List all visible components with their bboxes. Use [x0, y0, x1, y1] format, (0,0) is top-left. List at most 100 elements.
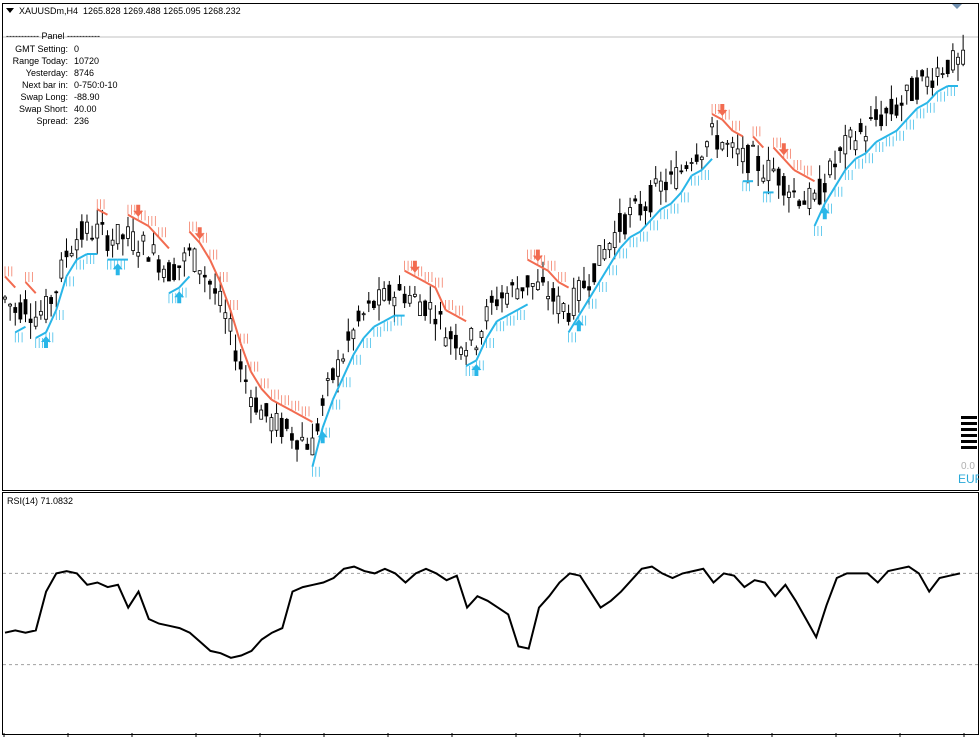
candle-body [54, 291, 59, 294]
candle-body [213, 288, 217, 294]
trend-line-segment [4, 275, 16, 289]
candle-body [167, 262, 171, 282]
trend-line-segment [178, 275, 191, 289]
trend-line-segment [455, 314, 467, 323]
candle-body [8, 303, 13, 307]
candle-body [858, 123, 863, 133]
candle-body [110, 239, 115, 246]
candle-body [136, 252, 141, 257]
trend-line-segment [465, 359, 477, 367]
candle-body [38, 310, 43, 316]
candle-body [735, 148, 740, 155]
trend-line-segment [301, 415, 313, 423]
panel-value: 40.00 [74, 104, 97, 114]
trend-line-segment [404, 269, 416, 278]
candle-body [228, 318, 233, 332]
candle-body [172, 264, 176, 280]
trend-line-segment [485, 320, 498, 339]
candle-body [151, 244, 156, 254]
candle-body [187, 247, 192, 251]
trend-line-segment [506, 309, 518, 317]
panel-value: 10720 [74, 56, 100, 66]
trend-line-segment [906, 107, 918, 121]
trend-line-segment [721, 118, 734, 132]
candle-body [715, 135, 720, 150]
candle-body [602, 248, 607, 260]
trend-line-segment [885, 129, 897, 138]
candle-body [238, 361, 243, 370]
trend-line-segment [916, 101, 928, 110]
trend-line-segment [14, 325, 26, 334]
candle-body [377, 289, 381, 306]
candle-body [407, 294, 412, 304]
chart-window[interactable]: XAUUSDm,H4 1265.828 1269.488 1265.095 12… [0, 0, 979, 737]
candle-body [177, 265, 182, 268]
candle-body [546, 295, 551, 300]
candle-body [428, 302, 433, 310]
candle-body [771, 168, 776, 172]
candle-body [90, 237, 95, 240]
candle-body [592, 263, 597, 283]
candle-body [336, 359, 340, 377]
candle-body [192, 248, 197, 272]
trend-line-segment [260, 387, 273, 401]
candle-body [372, 300, 376, 309]
candle-body [346, 331, 351, 341]
trend-line-segment [660, 202, 672, 211]
panel-value: 0 [74, 44, 80, 54]
candle-body [105, 235, 110, 251]
trend-line-segment [198, 242, 211, 261]
trend-line-segment [76, 253, 88, 261]
candle-body [131, 231, 135, 251]
candle-body [33, 316, 38, 327]
candle-body [469, 327, 474, 341]
candle-body [64, 250, 69, 258]
candle-body [23, 299, 28, 315]
candle-body [582, 280, 586, 289]
candle-body [459, 347, 463, 355]
chart-shift-marker-icon[interactable] [952, 4, 962, 9]
candle-body [341, 358, 346, 362]
candle-body [382, 288, 387, 301]
panel-label: GMT Setting: [15, 44, 68, 54]
panel-label: Yesterday: [25, 68, 68, 78]
candle-body [746, 144, 750, 174]
candle-body [679, 170, 684, 173]
trend-line-segment [670, 191, 683, 205]
bars-icon [961, 416, 977, 452]
candle-body [638, 203, 643, 216]
ohlc-values: 1265.828 1269.488 1265.095 1268.232 [83, 6, 241, 16]
candle-body [79, 221, 84, 240]
candle-body [761, 177, 766, 182]
candle-body [535, 281, 540, 290]
candle-body [418, 301, 422, 316]
panel-value: 0-750:0-10 [74, 80, 118, 90]
trend-line-segment [414, 275, 426, 283]
widget-currency: EUR [958, 472, 979, 486]
candle-body [617, 213, 622, 232]
trend-line-segment [691, 169, 703, 177]
panel-label: Next bar in: [21, 80, 68, 90]
candle-body [766, 159, 771, 182]
candle-body [489, 295, 494, 303]
candle-body [464, 350, 469, 357]
trend-line-segment [875, 135, 887, 143]
trend-line-segment [803, 174, 816, 183]
candle-body [566, 312, 571, 322]
candle-body [643, 206, 648, 212]
trend-line-segment [496, 314, 508, 323]
candle-body [264, 403, 269, 417]
trend-line-segment [24, 281, 37, 294]
trend-line-segment [783, 158, 795, 171]
trend-line-segment [373, 320, 385, 328]
candle-body [448, 331, 453, 340]
rsi-line [4, 565, 961, 659]
candle-body [541, 276, 545, 283]
candle-body [13, 307, 18, 313]
candle-body [730, 142, 735, 148]
candle-body [725, 142, 730, 145]
dropdown-triangle-icon[interactable] [6, 8, 14, 13]
candle-body [674, 167, 679, 189]
candle-body [623, 214, 627, 235]
candle-body [720, 142, 725, 150]
